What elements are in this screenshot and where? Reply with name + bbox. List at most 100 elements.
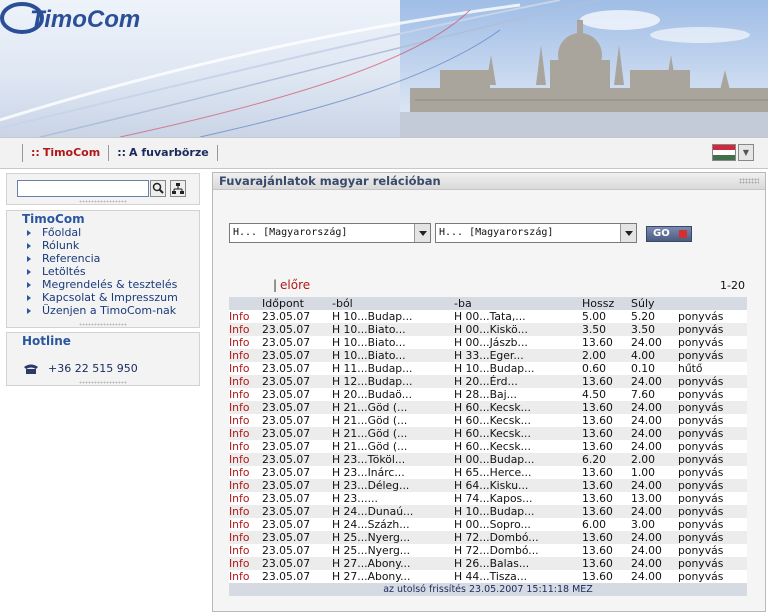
from-country-select[interactable]: H... [Magyarország]	[229, 223, 431, 243]
info-link[interactable]: Info	[229, 388, 262, 401]
column-ba[interactable]: -ba	[454, 297, 582, 310]
table-cell: H 10...Biato...	[332, 349, 454, 362]
nav-item-timocom[interactable]: :: TimoCom	[23, 145, 110, 161]
column-suly[interactable]: Súly	[631, 297, 678, 310]
table-row[interactable]: Info 23.05.07 H 11...Budap... H 10...Budap.…	[229, 362, 747, 375]
info-link[interactable]: Info	[229, 531, 262, 544]
close-icon	[679, 230, 687, 238]
table-cell: 3.00	[631, 518, 678, 531]
table-cell: 13.60	[582, 557, 631, 570]
table-cell: H 28...Baj...	[454, 388, 582, 401]
table-cell: 1.00	[631, 466, 678, 479]
table-row[interactable]: Info 23.05.07 H 25...Nyerg... H 72...Dombó.…	[229, 544, 747, 557]
table-row[interactable]: Info 23.05.07 H 20...Budaö... H 28...Baj...…	[229, 388, 747, 401]
info-link[interactable]: Info	[229, 570, 262, 583]
table-cell: H 12...Budap...	[332, 375, 454, 388]
info-link[interactable]: Info	[229, 310, 262, 323]
table-row[interactable]: Info 23.05.07 H 24...Százh... H 00...Sopro.…	[229, 518, 747, 531]
table-cell: ponyvás	[678, 427, 747, 440]
table-row[interactable]: Info 23.05.07 H 27...Abony... H 44...Tisza.…	[229, 570, 747, 583]
menu-item-fooldal[interactable]: Főoldal	[25, 226, 178, 239]
table-row[interactable]: Info 23.05.07 H 25...Nyerg... H 72...Dombó.…	[229, 531, 747, 544]
menu-item-kapcsolat[interactable]: Kapcsolat & Impresszum	[25, 291, 178, 304]
table-row[interactable]: Info 23.05.07 H 21...Göd (... H 60...Kecsk.…	[229, 401, 747, 414]
info-link[interactable]: Info	[229, 336, 262, 349]
table-cell: ponyvás	[678, 414, 747, 427]
info-link[interactable]: Info	[229, 349, 262, 362]
table-cell: H 65...Herce...	[454, 466, 582, 479]
info-link[interactable]: Info	[229, 492, 262, 505]
info-link[interactable]: Info	[229, 427, 262, 440]
info-link[interactable]: Info	[229, 401, 262, 414]
menu-list: Főoldal Rólunk Referencia Letöltés Megre…	[25, 226, 178, 317]
result-range: 1-20	[720, 279, 745, 292]
info-link[interactable]: Info	[229, 440, 262, 453]
column-idopont[interactable]: Időpont	[262, 297, 332, 310]
pager-previous[interactable]: | előre	[273, 278, 310, 292]
go-button[interactable]: GO	[646, 226, 692, 242]
menu-item-megrendeles[interactable]: Megrendelés & tesztelés	[25, 278, 178, 291]
search-button[interactable]	[150, 180, 166, 197]
table-cell: H 27...Abony...	[332, 570, 454, 583]
table-row[interactable]: Info 23.05.07 H 21...Göd (... H 60...Kecsk.…	[229, 414, 747, 427]
panel-title: Fuvarajánlatok magyar relációban	[219, 174, 441, 188]
table-row[interactable]: Info 23.05.07 H 10...Biato... H 33...Eger..…	[229, 349, 747, 362]
info-link[interactable]: Info	[229, 323, 262, 336]
table-cell: ponyvás	[678, 544, 747, 557]
table-row[interactable]: Info 23.05.07 H 10...Biato... H 00...Kiskö.…	[229, 323, 747, 336]
table-cell: 13.60	[582, 466, 631, 479]
table-row[interactable]: Info 23.05.07 H 23...Tököl... H 00...Budap.…	[229, 453, 747, 466]
menu-item-rolunk[interactable]: Rólunk	[25, 239, 178, 252]
column-bol[interactable]: -ból	[332, 297, 454, 310]
info-link[interactable]: Info	[229, 544, 262, 557]
info-link[interactable]: Info	[229, 518, 262, 531]
chevron-down-icon[interactable]	[620, 224, 636, 242]
table-cell: ponyvás	[678, 557, 747, 570]
search-input[interactable]	[17, 180, 149, 197]
table-row[interactable]: Info 23.05.07 H 21...Göd (... H 60...Kecsk.…	[229, 440, 747, 453]
table-row[interactable]: Info 23.05.07 H 24...Dunaú... H 10...Budap.…	[229, 505, 747, 518]
timocom-logo[interactable]: TimoCom	[0, 0, 160, 36]
info-link[interactable]: Info	[229, 375, 262, 388]
to-country-select[interactable]: H... [Magyarország]	[435, 223, 637, 243]
table-cell: H 00...Sopro...	[454, 518, 582, 531]
info-link[interactable]: Info	[229, 505, 262, 518]
table-row[interactable]: Info 23.05.07 H 27...Abony... H 26...Balas.…	[229, 557, 747, 570]
info-link[interactable]: Info	[229, 479, 262, 492]
info-link[interactable]: Info	[229, 362, 262, 375]
table-row[interactable]: Info 23.05.07 H 21...Göd (... H 60...Kecsk.…	[229, 427, 747, 440]
table-row[interactable]: Info 23.05.07 H 12...Budap... H 20...Érd...…	[229, 375, 747, 388]
sitemap-button[interactable]	[170, 180, 186, 197]
table-row[interactable]: Info 23.05.07 H 23...... H 74...Kapos... 13.…	[229, 492, 747, 505]
info-link[interactable]: Info	[229, 414, 262, 427]
chevron-down-icon[interactable]: ▼	[738, 144, 754, 161]
table-row[interactable]: Info 23.05.07 H 10...Budap... H 00...Tata,.…	[229, 310, 747, 323]
info-link[interactable]: Info	[229, 453, 262, 466]
table-cell: H 21...Göd (...	[332, 401, 454, 414]
table-cell: 23.05.07	[262, 401, 332, 414]
table-cell: 6.00	[582, 518, 631, 531]
table-cell: 23.05.07	[262, 375, 332, 388]
table-row[interactable]: Info 23.05.07 H 23...Inárc... H 65...Herce.…	[229, 466, 747, 479]
table-cell: 23.05.07	[262, 544, 332, 557]
search-panel	[6, 173, 200, 205]
table-header: Időpont -ból -ba Hossz Súly	[229, 297, 747, 310]
table-cell: 23.05.07	[262, 336, 332, 349]
table-row[interactable]: Info 23.05.07 H 10...Biato... H 00...Jászb.…	[229, 336, 747, 349]
panel-grip	[739, 178, 759, 184]
info-link[interactable]: Info	[229, 557, 262, 570]
table-cell: H 10...Budap...	[332, 310, 454, 323]
nav-item-fuvarborze[interactable]: :: A fuvarbörze	[109, 145, 218, 161]
language-selector[interactable]: ▼	[712, 143, 754, 161]
menu-item-letoltes[interactable]: Letöltés	[25, 265, 178, 278]
results-table: Időpont -ból -ba Hossz Súly Info 23.05.07…	[229, 297, 747, 583]
column-hossz[interactable]: Hossz	[582, 297, 631, 310]
table-cell: 23.05.07	[262, 479, 332, 492]
info-link[interactable]: Info	[229, 466, 262, 479]
chevron-down-icon[interactable]	[414, 224, 430, 242]
table-row[interactable]: Info 23.05.07 H 23...Déleg... H 64...Kisku.…	[229, 479, 747, 492]
menu-item-referencia[interactable]: Referencia	[25, 252, 178, 265]
menu-item-uzenjen[interactable]: Üzenjen a TimoCom-nak	[25, 304, 178, 317]
table-cell: 24.00	[631, 414, 678, 427]
table-body: Info 23.05.07 H 10...Budap... H 00...Tata,.…	[229, 310, 747, 583]
